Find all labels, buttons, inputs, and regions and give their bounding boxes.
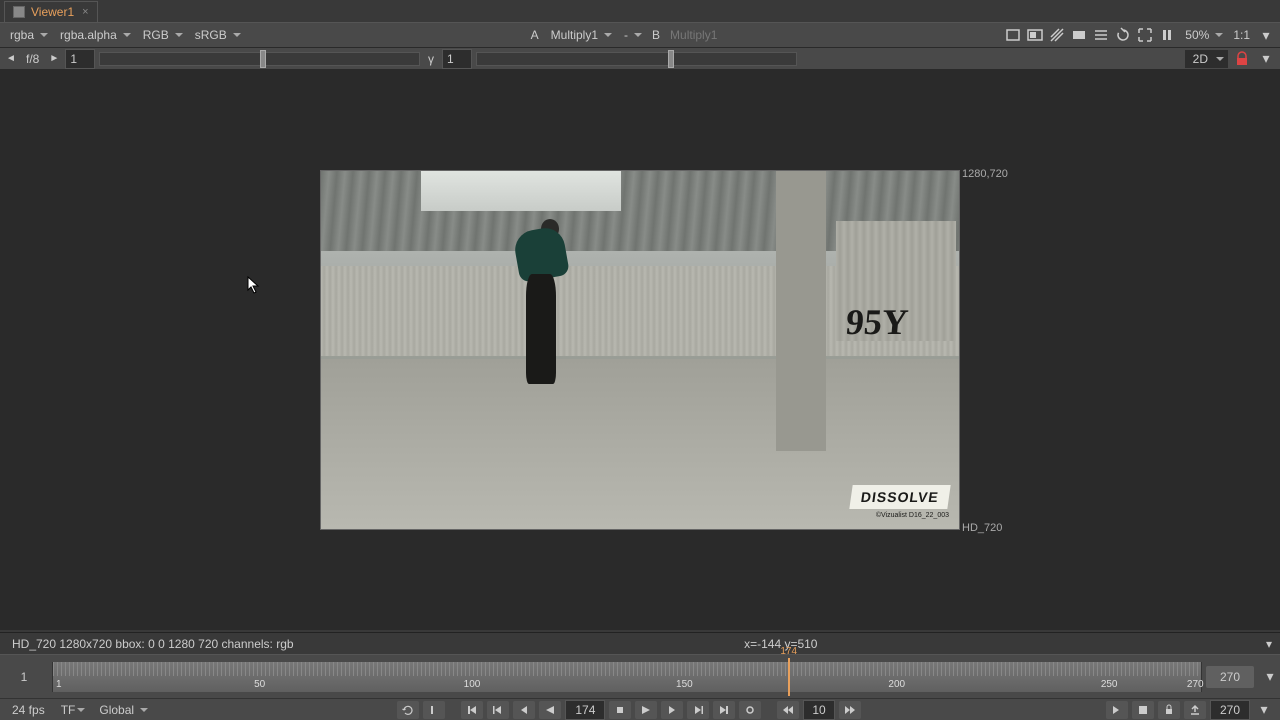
top-resolution-label: 1280,720	[962, 168, 1008, 180]
step-back-keyframe-icon[interactable]	[487, 701, 509, 719]
more-icon[interactable]: ▾	[1256, 25, 1276, 45]
current-frame-display[interactable]: 174	[565, 700, 605, 720]
stop-icon[interactable]	[609, 701, 631, 719]
tf-dropdown[interactable]: TF	[55, 701, 90, 719]
playhead[interactable]	[788, 658, 790, 696]
input-b-value: Multiply1	[666, 28, 721, 42]
status-bar: HD_720 1280x720 bbox: 0 0 1280 720 chann…	[0, 632, 1280, 654]
skip-back-icon[interactable]	[777, 701, 799, 719]
tab-color-indicator	[13, 6, 25, 18]
end-frame-display[interactable]: 270	[1210, 700, 1250, 720]
step-forward-keyframe-icon[interactable]	[687, 701, 709, 719]
playback-expand-icon[interactable]: ▾	[1254, 700, 1274, 720]
fps-label[interactable]: 24 fps	[6, 703, 51, 717]
gamma-label: γ	[424, 52, 438, 66]
gamma-value[interactable]: 1	[442, 49, 472, 69]
expand-icon[interactable]: ▾	[1256, 49, 1276, 69]
layer-dropdown[interactable]: rgba	[4, 26, 52, 44]
in-point-icon[interactable]	[423, 701, 445, 719]
lock-icon[interactable]	[1232, 49, 1252, 69]
playback-bar: 24 fps TF Global 174 10 270 ▾	[0, 698, 1280, 720]
step-forward-icon[interactable]	[661, 701, 683, 719]
image-info: HD_720 1280x720 bbox: 0 0 1280 720 chann…	[12, 637, 294, 651]
bottom-resolution-label: HD_720	[962, 522, 1002, 534]
graffiti-text: 95Y	[844, 301, 910, 343]
timeline-start-frame[interactable]: 1	[0, 670, 48, 684]
lock-playback-icon[interactable]	[1158, 701, 1180, 719]
global-dropdown[interactable]: Global	[93, 701, 152, 719]
prev-arrow-icon[interactable]: ◄	[4, 50, 18, 68]
tab-title: Viewer1	[31, 5, 74, 19]
timeline-end-frame[interactable]: 270	[1206, 666, 1254, 688]
skip-frames-display[interactable]: 10	[803, 700, 834, 720]
next-arrow-icon[interactable]: ►	[47, 50, 61, 68]
loop-icon[interactable]	[397, 701, 419, 719]
capture-icon[interactable]	[1135, 25, 1155, 45]
lines-icon[interactable]	[1091, 25, 1111, 45]
fstop-slider[interactable]	[99, 52, 420, 66]
viewer-tab[interactable]: Viewer1 ×	[4, 1, 98, 22]
step-back-icon[interactable]	[513, 701, 535, 719]
play-forward-icon[interactable]	[635, 701, 657, 719]
input-a-label: A	[527, 28, 543, 42]
exposure-bar: ◄ f/8 ► 1 γ 1 2D ▾	[0, 48, 1280, 70]
refresh-icon[interactable]	[1113, 25, 1133, 45]
dissolve-logo: DISSOLVE	[850, 485, 951, 509]
timeline-track[interactable]: 1 50 100 150 200 250 270	[52, 662, 1202, 692]
dissolve-copyright: ©Vizualist D16_22_003	[876, 512, 949, 519]
status-expand-icon[interactable]: ▾	[1266, 637, 1272, 651]
person-silhouette	[506, 219, 566, 399]
input-b-label: B	[648, 28, 664, 42]
input-a-dropdown[interactable]: Multiply1	[545, 26, 616, 44]
goto-end-icon[interactable]	[713, 701, 735, 719]
fstop-thumb[interactable]	[260, 50, 266, 68]
image-frame: 95Y DISSOLVE ©Vizualist D16_22_003	[320, 170, 960, 530]
colorspace-dropdown[interactable]: RGB	[137, 26, 187, 44]
render-icon[interactable]	[1132, 701, 1154, 719]
pause-icon[interactable]	[1157, 25, 1177, 45]
ratio-button[interactable]: 1:1	[1229, 28, 1254, 42]
mouse-cursor	[247, 276, 261, 294]
fstop-value[interactable]: 1	[65, 49, 95, 69]
out-point-icon[interactable]	[739, 701, 761, 719]
wipe-dropdown[interactable]: -	[618, 26, 646, 44]
timeline: 1 1 50 100 150 200 250 270 270 ▾	[0, 654, 1280, 698]
view-mode-dropdown[interactable]: 2D	[1185, 50, 1228, 68]
viewer-toolbar: rgba rgba.alpha RGB sRGB A Multiply1 - B…	[0, 22, 1280, 48]
clip-icon[interactable]	[1069, 25, 1089, 45]
gamma-slider[interactable]	[476, 52, 797, 66]
zoom-dropdown[interactable]: 50%	[1179, 26, 1227, 44]
region-icon[interactable]	[1003, 25, 1023, 45]
export-icon[interactable]	[1184, 701, 1206, 719]
skip-forward-icon[interactable]	[839, 701, 861, 719]
viewport[interactable]: 95Y DISSOLVE ©Vizualist D16_22_003 1280,…	[0, 70, 1280, 630]
gamma-thumb[interactable]	[668, 50, 674, 68]
fstop-label[interactable]: f/8	[22, 52, 43, 66]
record-icon[interactable]	[1106, 701, 1128, 719]
stripes-icon[interactable]	[1047, 25, 1067, 45]
display-dropdown[interactable]: sRGB	[189, 26, 245, 44]
goto-start-icon[interactable]	[461, 701, 483, 719]
play-backward-icon[interactable]	[539, 701, 561, 719]
channel-dropdown[interactable]: rgba.alpha	[54, 26, 135, 44]
tab-bar: Viewer1 ×	[0, 0, 1280, 22]
timeline-expand-icon[interactable]: ▾	[1260, 667, 1280, 687]
close-icon[interactable]: ×	[82, 6, 88, 18]
proxy-icon[interactable]	[1025, 25, 1045, 45]
